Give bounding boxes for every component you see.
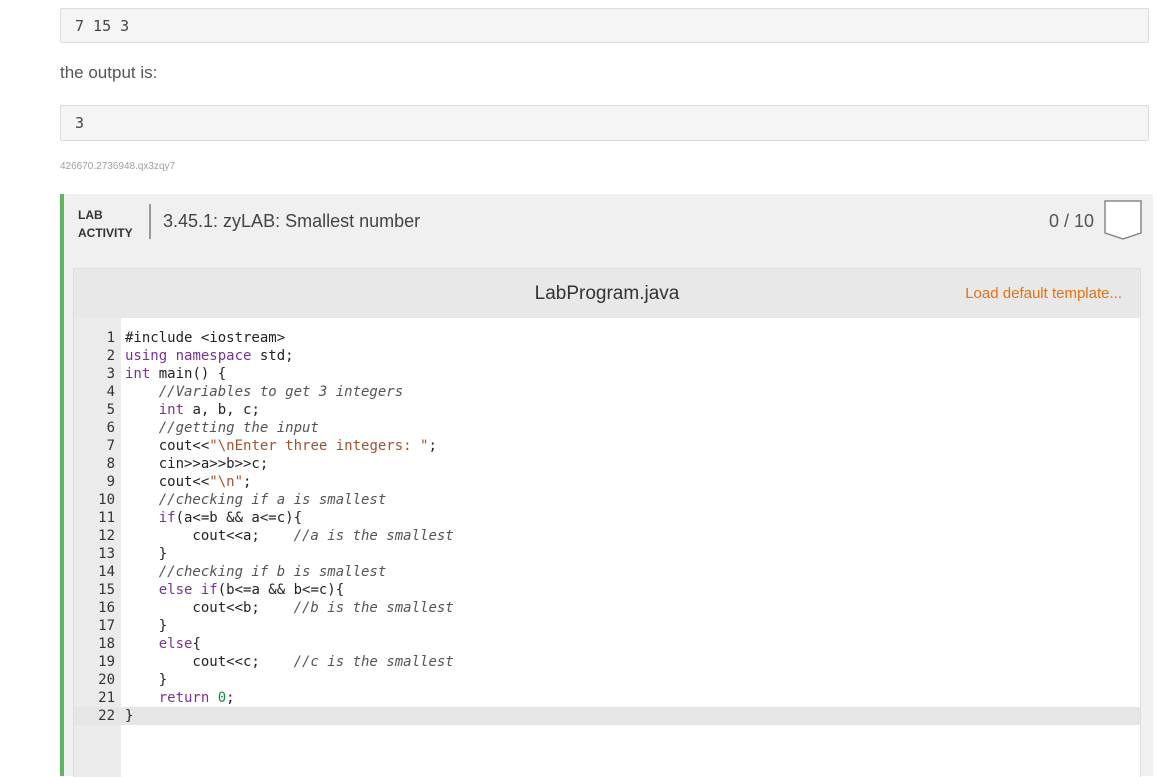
- line-number: 21: [98, 690, 115, 706]
- code-line[interactable]: 1 #include <iostream>: [74, 329, 1140, 347]
- lab-tag-line1: LAB: [78, 208, 103, 222]
- code-text[interactable]: //Variables to get 3 integers: [125, 383, 403, 401]
- line-number: 22: [98, 708, 115, 724]
- code-text[interactable]: #include <iostream>: [125, 329, 285, 347]
- code-line[interactable]: 2 using namespace std;: [74, 347, 1140, 365]
- line-number: 17: [98, 618, 115, 634]
- code-area[interactable]: 1 #include <iostream> 2 using namespace std…: [74, 329, 1140, 725]
- code-text[interactable]: else if(b<=a && b<=c){: [125, 581, 344, 599]
- code-text[interactable]: return 0;: [125, 689, 235, 707]
- code-line[interactable]: 8 cin>>a>>b>>c;: [74, 455, 1140, 473]
- code-text[interactable]: cout<<a; //a is the smallest: [125, 527, 453, 545]
- code-line[interactable]: 12 cout<<a; //a is the smallest: [74, 527, 1140, 545]
- code-line[interactable]: 19 cout<<c; //c is the smallest: [74, 653, 1140, 671]
- line-number: 6: [106, 420, 115, 436]
- code-line[interactable]: 11 if(a<=b && a<=c){: [74, 509, 1140, 527]
- code-line[interactable]: 13 }: [74, 545, 1140, 563]
- code-line[interactable]: 9 cout<<"\n";: [74, 473, 1140, 491]
- line-number: 18: [98, 636, 115, 652]
- code-line[interactable]: 20 }: [74, 671, 1140, 689]
- code-text[interactable]: }: [125, 671, 167, 689]
- lab-header: LAB ACTIVITY 3.45.1: zyLAB: Smallest num…: [64, 194, 1153, 250]
- lab-activity-panel: LAB ACTIVITY 3.45.1: zyLAB: Smallest num…: [60, 194, 1153, 777]
- output-label: the output is:: [60, 63, 158, 82]
- line-number: 7: [106, 438, 115, 454]
- code-text[interactable]: cout<<c; //c is the smallest: [125, 653, 453, 671]
- lab-id-text: 426670.2736948.qx3zqy7: [60, 161, 176, 172]
- line-number: 19: [98, 654, 115, 670]
- code-text[interactable]: int main() {: [125, 365, 226, 383]
- code-text[interactable]: cout<<b; //b is the smallest: [125, 599, 453, 617]
- line-number: 11: [98, 510, 115, 526]
- lab-tag-line2: ACTIVITY: [78, 226, 133, 240]
- code-line[interactable]: 22}: [74, 707, 1140, 725]
- line-number: 4: [106, 384, 115, 400]
- line-number: 13: [98, 546, 115, 562]
- code-text[interactable]: cin>>a>>b>>c;: [125, 455, 269, 473]
- code-editor[interactable]: LabProgram.java Load default template...…: [73, 268, 1141, 777]
- line-number: 1: [106, 330, 115, 346]
- sample-input-box: 7 15 3: [60, 8, 1149, 43]
- code-line[interactable]: 10 //checking if a is smallest: [74, 491, 1140, 509]
- code-line[interactable]: 16 cout<<b; //b is the smallest: [74, 599, 1140, 617]
- lab-activity-tag: LAB ACTIVITY: [78, 206, 133, 242]
- code-text[interactable]: //getting the input: [125, 419, 319, 437]
- code-text[interactable]: cout<<"\n";: [125, 473, 252, 491]
- code-text[interactable]: }: [125, 617, 167, 635]
- code-text[interactable]: //checking if b is smallest: [125, 563, 387, 581]
- code-text[interactable]: else{: [125, 635, 201, 653]
- line-number: 5: [106, 402, 115, 418]
- code-line[interactable]: 21 return 0;: [74, 689, 1140, 707]
- code-text[interactable]: }: [125, 707, 133, 725]
- header-divider: [149, 204, 151, 239]
- code-line[interactable]: 5 int a, b, c;: [74, 401, 1140, 419]
- code-line[interactable]: 15 else if(b<=a && b<=c){: [74, 581, 1140, 599]
- line-number: 8: [106, 456, 115, 472]
- line-number: 20: [98, 672, 115, 688]
- code-line[interactable]: 7 cout<<"\nEnter three integers: ";: [74, 437, 1140, 455]
- sample-output-box: 3: [60, 105, 1149, 141]
- code-line[interactable]: 6 //getting the input: [74, 419, 1140, 437]
- lab-title: 3.45.1: zyLAB: Smallest number: [163, 211, 421, 231]
- code-line[interactable]: 4 //Variables to get 3 integers: [74, 383, 1140, 401]
- code-text[interactable]: }: [125, 545, 167, 563]
- line-number: 14: [98, 564, 115, 580]
- code-text[interactable]: int a, b, c;: [125, 401, 260, 419]
- score-badge-icon: [1104, 200, 1142, 240]
- code-line[interactable]: 14 //checking if b is smallest: [74, 563, 1140, 581]
- score-text: 0 / 10: [1049, 211, 1095, 231]
- line-number: 10: [98, 492, 115, 508]
- code-line[interactable]: 3 int main() {: [74, 365, 1140, 383]
- code-text[interactable]: cout<<"\nEnter three integers: ";: [125, 437, 437, 455]
- line-number: 15: [98, 582, 115, 598]
- code-text[interactable]: //checking if a is smallest: [125, 491, 387, 509]
- line-number: 2: [106, 348, 115, 364]
- load-default-template-link[interactable]: Load default template...: [965, 285, 1122, 302]
- line-number: 16: [98, 600, 115, 616]
- line-number: 3: [106, 366, 115, 382]
- code-line[interactable]: 18 else{: [74, 635, 1140, 653]
- code-text[interactable]: if(a<=b && a<=c){: [125, 509, 302, 527]
- editor-file-bar: LabProgram.java Load default template...: [74, 269, 1140, 318]
- line-number: 12: [98, 528, 115, 544]
- line-number: 9: [106, 474, 115, 490]
- code-text[interactable]: using namespace std;: [125, 347, 294, 365]
- code-line[interactable]: 17 }: [74, 617, 1140, 635]
